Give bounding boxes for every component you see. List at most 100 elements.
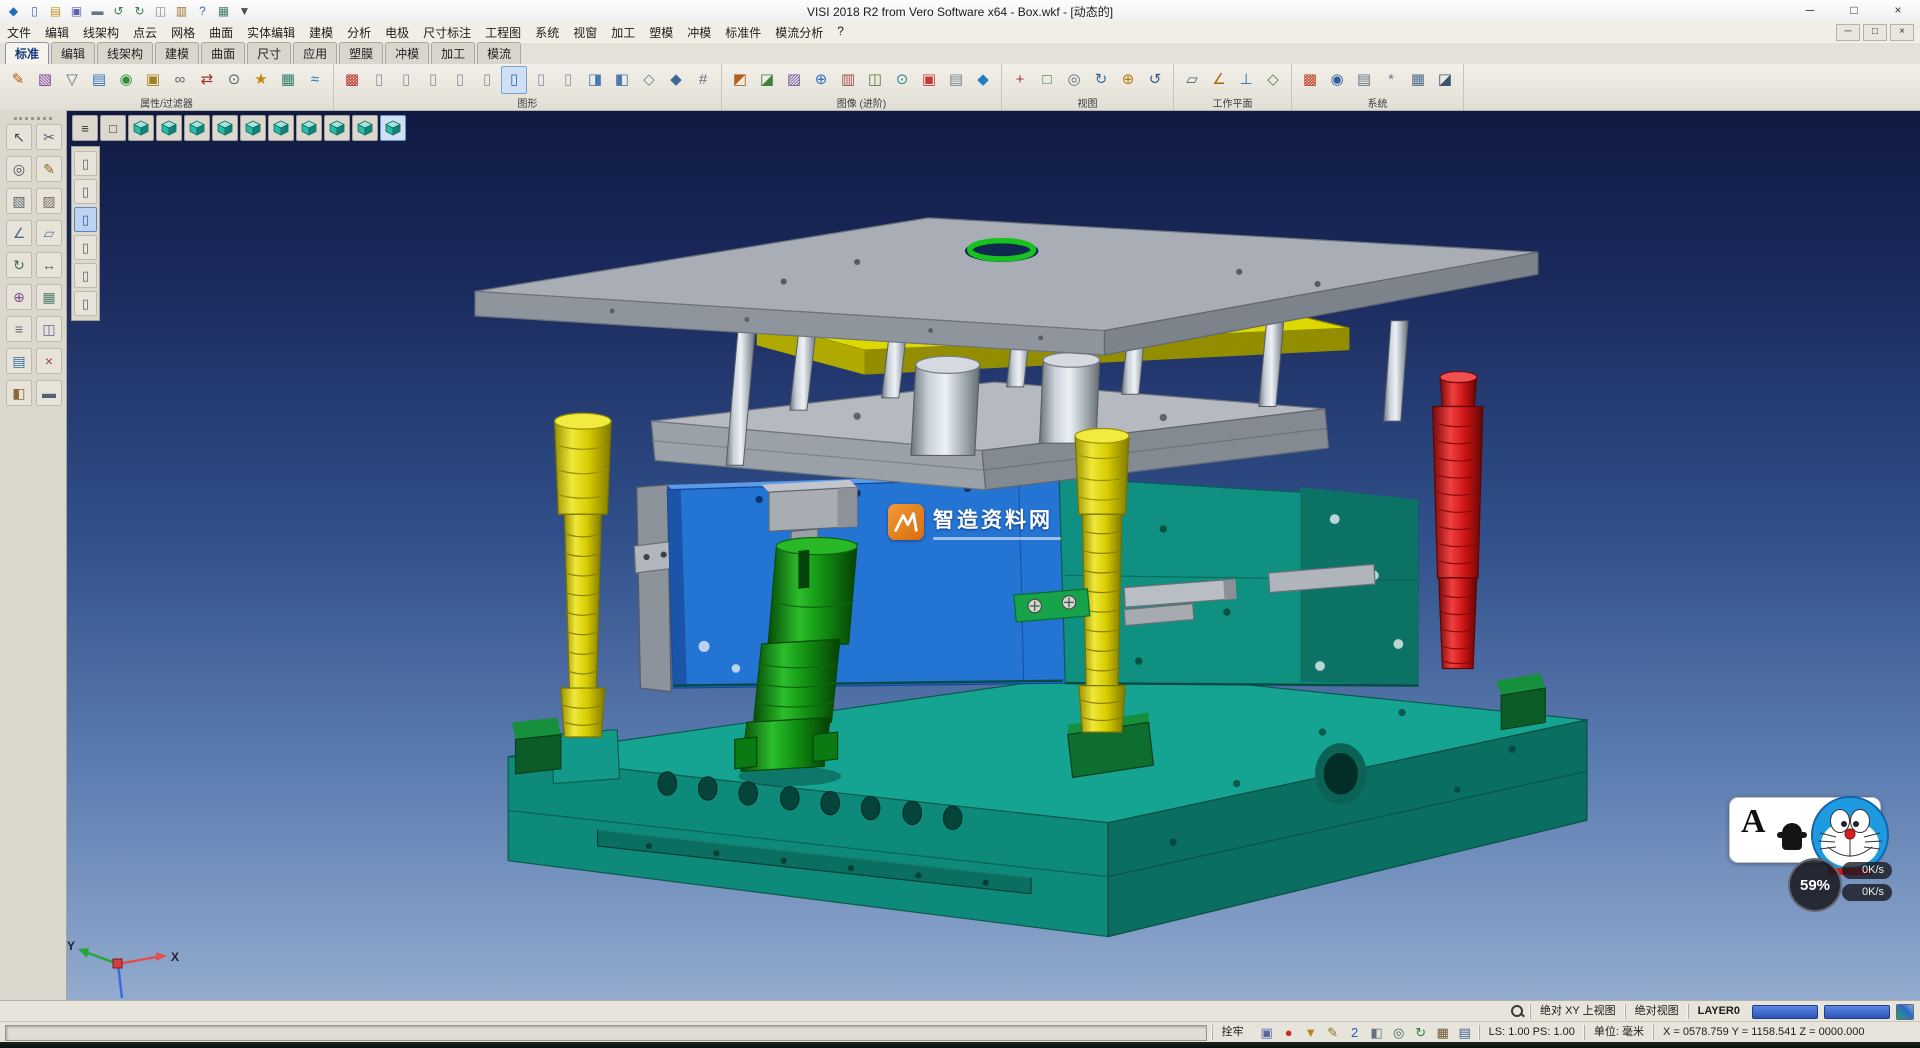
- minimize-button[interactable]: ─: [1788, 0, 1832, 22]
- display-pane-icon[interactable]: ▯: [555, 66, 581, 94]
- ribbon-tab[interactable]: 模流: [477, 42, 521, 64]
- system-monitor-icon[interactable]: ▤: [1351, 66, 1377, 94]
- zoom-in-icon[interactable]: ⊕: [1115, 66, 1141, 94]
- menu-item[interactable]: 冲模: [680, 24, 718, 41]
- image-adv-icon[interactable]: ◩: [727, 66, 753, 94]
- message-field[interactable]: [5, 1025, 1207, 1041]
- status-save-icon[interactable]: ▣: [1257, 1024, 1277, 1042]
- mdi-window-button[interactable]: ×: [1890, 24, 1914, 41]
- new-doc-icon[interactable]: ▯: [25, 3, 44, 20]
- menu-item[interactable]: 视窗: [566, 24, 604, 41]
- system-slope-icon[interactable]: ◪: [1432, 66, 1458, 94]
- status-view-mode[interactable]: 绝对 XY 上视图: [1530, 1004, 1625, 1019]
- status-record-icon[interactable]: ●: [1279, 1024, 1299, 1042]
- status-colors-icon[interactable]: [1896, 1004, 1914, 1020]
- doc-tool-icon[interactable]: ▯: [74, 263, 97, 288]
- grid-tool-icon[interactable]: ▦: [36, 284, 62, 310]
- menu-item[interactable]: 曲面: [202, 24, 240, 41]
- image-adv-icon[interactable]: ◫: [862, 66, 888, 94]
- menu-item[interactable]: 编辑: [38, 24, 76, 41]
- delete-tool-icon[interactable]: ×: [36, 348, 62, 374]
- image-adv-icon[interactable]: ▨: [781, 66, 807, 94]
- help-icon[interactable]: ?: [193, 3, 212, 20]
- scissors-icon[interactable]: ✂: [36, 124, 62, 150]
- cube-view-icon[interactable]: [184, 115, 210, 141]
- open-folder-icon[interactable]: ▤: [46, 3, 65, 20]
- pan-view-icon[interactable]: +: [1007, 66, 1033, 94]
- measure-tool-icon[interactable]: ≡: [6, 316, 32, 342]
- image-adv-icon[interactable]: ◪: [754, 66, 780, 94]
- cube-view-icon[interactable]: [268, 115, 294, 141]
- ribbon-tab[interactable]: 编辑: [51, 42, 95, 64]
- zoom-window-icon[interactable]: ◎: [1061, 66, 1087, 94]
- status-two-icon[interactable]: 2: [1345, 1024, 1365, 1042]
- ribbon-tab[interactable]: 曲面: [201, 42, 245, 64]
- display-pane-icon[interactable]: ▯: [366, 66, 392, 94]
- link-icon[interactable]: ∞: [167, 66, 193, 94]
- image-adv-icon[interactable]: ▤: [943, 66, 969, 94]
- workplane-axis-icon[interactable]: ⊥: [1233, 66, 1259, 94]
- system-table-icon[interactable]: ▦: [1405, 66, 1431, 94]
- ribbon-tab[interactable]: 线架构: [97, 42, 153, 64]
- cube-shaded-icon[interactable]: [380, 115, 406, 141]
- cube-view-icon[interactable]: [240, 115, 266, 141]
- image-adv-icon[interactable]: ▣: [916, 66, 942, 94]
- mask-tool-icon[interactable]: ▧: [6, 188, 32, 214]
- render-half-icon[interactable]: ◨: [582, 66, 608, 94]
- grid-display-icon[interactable]: #: [690, 66, 716, 94]
- print-icon[interactable]: ▬: [88, 3, 107, 20]
- workplane-icon[interactable]: ▱: [1179, 66, 1205, 94]
- status-layer[interactable]: LAYER0: [1688, 1004, 1749, 1019]
- system-color-icon[interactable]: ▩: [1297, 66, 1323, 94]
- star-mark-icon[interactable]: ★: [248, 66, 274, 94]
- attr-brush-icon[interactable]: ▧: [32, 66, 58, 94]
- menu-item[interactable]: 标准件: [718, 24, 768, 41]
- close-button[interactable]: ×: [1876, 0, 1920, 22]
- mirror-tool-icon[interactable]: ◫: [36, 316, 62, 342]
- snap-tool-icon[interactable]: ⊕: [6, 284, 32, 310]
- undo-icon[interactable]: ↺: [109, 3, 128, 20]
- doc-tool-icon[interactable]: ▯: [74, 207, 97, 232]
- status-grid-icon[interactable]: ▦: [1433, 1024, 1453, 1042]
- menu-item[interactable]: 线架构: [76, 24, 126, 41]
- erase-tool-icon[interactable]: ▨: [36, 188, 62, 214]
- doc-tool-icon[interactable]: ▯: [74, 291, 97, 316]
- plane-tool-icon[interactable]: ▱: [36, 220, 62, 246]
- cube-view-icon[interactable]: [156, 115, 182, 141]
- viewport-3d[interactable]: [66, 110, 1920, 1000]
- layers-tool-icon[interactable]: ▤: [6, 348, 32, 374]
- display-pane-icon[interactable]: ▯: [420, 66, 446, 94]
- magnifier-icon[interactable]: [1510, 1004, 1525, 1019]
- menu-item[interactable]: 加工: [604, 24, 642, 41]
- image-adv-icon[interactable]: ▥: [835, 66, 861, 94]
- menu-item[interactable]: 建模: [302, 24, 340, 41]
- smooth-wave-icon[interactable]: ≈: [302, 66, 328, 94]
- render-half-icon[interactable]: ◧: [609, 66, 635, 94]
- ribbon-tab[interactable]: 应用: [293, 42, 337, 64]
- layer-color-bar[interactable]: [1824, 1005, 1890, 1019]
- view-menu-icon[interactable]: ≡: [72, 115, 98, 141]
- zoom-fit-icon[interactable]: □: [1034, 66, 1060, 94]
- status-refresh-icon[interactable]: ↻: [1411, 1024, 1431, 1042]
- menu-item[interactable]: 尺寸标注: [416, 24, 478, 41]
- panel-grip[interactable]: [14, 117, 52, 120]
- attr-pen-icon[interactable]: ✎: [5, 66, 31, 94]
- system-globe-icon[interactable]: ◉: [1324, 66, 1350, 94]
- paste-icon[interactable]: ▥: [172, 3, 191, 20]
- pointer-icon[interactable]: ↖: [6, 124, 32, 150]
- image-adv-icon[interactable]: ◆: [970, 66, 996, 94]
- menu-item[interactable]: 模流分析: [768, 24, 830, 41]
- ribbon-tab[interactable]: 冲模: [385, 42, 429, 64]
- swap-icon[interactable]: ⇄: [194, 66, 220, 94]
- wireframe-icon[interactable]: ◇: [636, 66, 662, 94]
- copy-icon[interactable]: ◫: [151, 3, 170, 20]
- redo-icon[interactable]: ↻: [130, 3, 149, 20]
- move-tool-icon[interactable]: ↔: [36, 252, 62, 278]
- menu-item[interactable]: ?: [830, 24, 851, 41]
- menu-item[interactable]: 系统: [528, 24, 566, 41]
- save-icon[interactable]: ▣: [67, 3, 86, 20]
- menu-item[interactable]: 工程图: [478, 24, 528, 41]
- visibility-eye-icon[interactable]: ◉: [113, 66, 139, 94]
- layer-color-bar[interactable]: [1752, 1005, 1818, 1019]
- status-absolute-view[interactable]: 绝对视图: [1625, 1004, 1688, 1019]
